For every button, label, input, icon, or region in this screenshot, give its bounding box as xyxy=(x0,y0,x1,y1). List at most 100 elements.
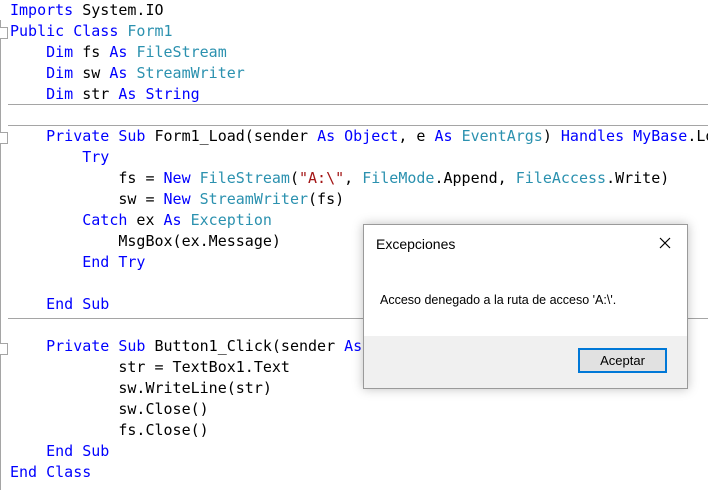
code-line[interactable]: End Class xyxy=(0,462,708,483)
code-token: FileStream xyxy=(199,169,290,187)
code-token: Button1_Click(sender xyxy=(145,337,345,355)
code-token: Try xyxy=(118,253,146,271)
code-token: System.IO xyxy=(73,1,164,19)
code-token: As xyxy=(118,85,137,103)
code-line[interactable]: Try xyxy=(0,147,708,168)
code-token: ( xyxy=(289,169,299,187)
code-token: String xyxy=(145,85,200,103)
code-token: End xyxy=(46,295,74,313)
code-token: sw.Close() xyxy=(10,400,209,418)
code-token: "A:\" xyxy=(299,169,345,187)
code-token: .Lo xyxy=(687,127,708,145)
code-token: As xyxy=(109,64,128,82)
dialog-title: Excepciones xyxy=(376,236,456,252)
code-token: Private xyxy=(46,337,110,355)
code-token: EventArgs xyxy=(461,127,543,145)
code-token: Sub xyxy=(82,442,110,460)
code-token: Dim xyxy=(46,43,74,61)
code-token: sw = xyxy=(10,190,164,208)
code-token: Sub xyxy=(118,127,146,145)
code-token: MsgBox(ex.Message) xyxy=(10,232,281,250)
close-button[interactable] xyxy=(643,225,687,261)
code-token: (fs) xyxy=(308,190,345,208)
code-token: End xyxy=(46,442,74,460)
code-line[interactable]: Dim fs As FileStream xyxy=(0,42,708,63)
code-line[interactable]: Private Sub Form1_Load(sender As Object,… xyxy=(0,126,708,147)
code-token: fs.Close() xyxy=(10,421,209,439)
code-line[interactable]: End Sub xyxy=(0,441,708,462)
code-token: ex xyxy=(127,211,164,229)
code-token: .Write) xyxy=(606,169,670,187)
code-token: Sub xyxy=(82,295,110,313)
code-token: As xyxy=(109,43,128,61)
code-token: Class xyxy=(46,463,92,481)
code-token: .Append, xyxy=(434,169,516,187)
code-token: End xyxy=(82,253,110,271)
code-token: As xyxy=(163,211,182,229)
code-token: Try xyxy=(82,148,110,166)
code-token: Class xyxy=(73,22,119,40)
code-token: As xyxy=(434,127,453,145)
accept-button[interactable]: Aceptar xyxy=(578,348,667,373)
code-token: str = TextBox1.Text xyxy=(10,358,290,376)
code-line[interactable]: Imports System.IO xyxy=(0,0,708,21)
code-line[interactable]: Public Class Form1 xyxy=(0,21,708,42)
code-token: New xyxy=(163,190,191,208)
code-token: , xyxy=(344,169,363,187)
code-token: FileAccess xyxy=(515,169,607,187)
code-token: MyBase xyxy=(633,127,688,145)
code-token: Dim xyxy=(46,85,74,103)
code-line[interactable]: fs = New FileStream("A:\", FileMode.Appe… xyxy=(0,168,708,189)
code-token: Private xyxy=(46,127,110,145)
code-line[interactable]: sw.Close() xyxy=(0,399,708,420)
code-token: Form1 xyxy=(127,22,173,40)
code-token: As xyxy=(317,127,336,145)
exception-dialog: Excepciones Acceso denegado a la ruta de… xyxy=(363,224,688,389)
close-icon xyxy=(659,237,671,249)
code-line[interactable]: Dim str As String xyxy=(0,84,708,105)
code-token: Public xyxy=(10,22,65,40)
code-token: str xyxy=(73,85,119,103)
dialog-message: Acceso denegado a la ruta de acceso 'A:\… xyxy=(380,293,617,307)
code-token: sw.WriteLine(str) xyxy=(10,379,272,397)
code-token: Exception xyxy=(190,211,272,229)
code-line[interactable]: fs.Close() xyxy=(0,420,708,441)
code-token: StreamWriter xyxy=(199,190,309,208)
dialog-footer: Aceptar xyxy=(364,336,687,388)
code-token: ) xyxy=(542,127,561,145)
code-token: FileStream xyxy=(136,43,227,61)
code-token: FileMode xyxy=(362,169,435,187)
code-token: As xyxy=(344,337,363,355)
code-line[interactable]: Dim sw As StreamWriter xyxy=(0,63,708,84)
code-token: End xyxy=(10,463,38,481)
code-line[interactable] xyxy=(0,105,708,126)
code-token: Handles xyxy=(560,127,625,145)
code-token: , e xyxy=(398,127,435,145)
code-token: fs = xyxy=(10,169,164,187)
code-token: Catch xyxy=(82,211,128,229)
code-token: fs xyxy=(73,43,110,61)
code-line[interactable]: sw = New StreamWriter(fs) xyxy=(0,189,708,210)
code-token: Sub xyxy=(118,337,146,355)
code-token: New xyxy=(163,169,191,187)
code-token: sw xyxy=(73,64,110,82)
code-token: Object xyxy=(344,127,399,145)
